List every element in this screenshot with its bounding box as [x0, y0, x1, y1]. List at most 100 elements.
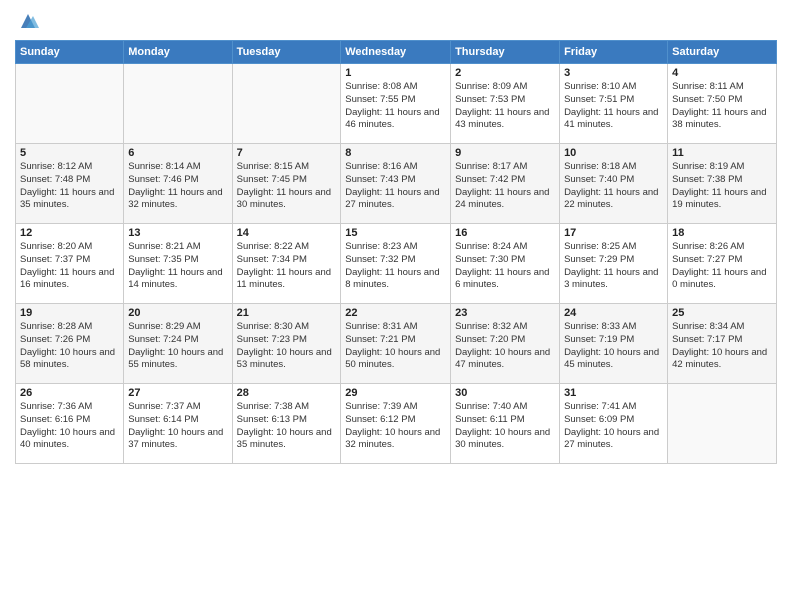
- calendar-cell: 16 Sunrise: 8:24 AM Sunset: 7:30 PM Dayli…: [451, 224, 560, 304]
- calendar-table: SundayMondayTuesdayWednesdayThursdayFrid…: [15, 40, 777, 464]
- calendar-cell: 3 Sunrise: 8:10 AM Sunset: 7:51 PM Daylig…: [560, 64, 668, 144]
- calendar-week-row: 1 Sunrise: 8:08 AM Sunset: 7:55 PM Daylig…: [16, 64, 777, 144]
- calendar-cell: 7 Sunrise: 8:15 AM Sunset: 7:45 PM Daylig…: [232, 144, 341, 224]
- calendar-cell: 9Sunrise: 8:17 AM Sunset: 7:42 PM Daylig…: [451, 144, 560, 224]
- weekday-header-monday: Monday: [124, 41, 232, 64]
- weekday-header-tuesday: Tuesday: [232, 41, 341, 64]
- day-number: 28: [237, 387, 337, 399]
- calendar-cell: 2 Sunrise: 8:09 AM Sunset: 7:53 PM Daylig…: [451, 64, 560, 144]
- day-info: Sunrise: 8:25 AM Sunset: 7:29 PM Dayligh…: [564, 241, 663, 292]
- day-number: 4: [672, 67, 772, 79]
- day-info: Sunrise: 8:26 AM Sunset: 7:27 PM Dayligh…: [672, 241, 772, 292]
- day-number: 30: [455, 387, 555, 399]
- page-container: SundayMondayTuesdayWednesdayThursdayFrid…: [0, 0, 792, 474]
- calendar-cell: 29Sunrise: 7:39 AM Sunset: 6:12 PM Dayli…: [341, 384, 451, 464]
- day-number: 14: [237, 227, 337, 239]
- day-info: Sunrise: 7:40 AM Sunset: 6:11 PM Dayligh…: [455, 401, 555, 452]
- day-info: Sunrise: 8:11 AM Sunset: 7:50 PM Dayligh…: [672, 81, 772, 132]
- day-info: Sunrise: 8:14 AM Sunset: 7:46 PM Dayligh…: [128, 161, 227, 212]
- calendar-cell: 23 Sunrise: 8:32 AM Sunset: 7:20 PM Dayli…: [451, 304, 560, 384]
- calendar-cell: 31 Sunrise: 7:41 AM Sunset: 6:09 PM Dayli…: [560, 384, 668, 464]
- day-info: Sunrise: 8:08 AM Sunset: 7:55 PM Dayligh…: [345, 81, 446, 132]
- day-number: 21: [237, 307, 337, 319]
- day-number: 31: [564, 387, 663, 399]
- day-number: 7: [237, 147, 337, 159]
- calendar-cell: 11 Sunrise: 8:19 AM Sunset: 7:38 PM Dayli…: [668, 144, 777, 224]
- day-info: Sunrise: 8:15 AM Sunset: 7:45 PM Dayligh…: [237, 161, 337, 212]
- day-info: Sunrise: 8:18 AM Sunset: 7:40 PM Dayligh…: [564, 161, 663, 212]
- calendar-header-row: SundayMondayTuesdayWednesdayThursdayFrid…: [16, 41, 777, 64]
- header: [15, 10, 777, 32]
- day-info: Sunrise: 8:17 AM Sunset: 7:42 PM Dayligh…: [455, 161, 555, 212]
- day-number: 16: [455, 227, 555, 239]
- day-info: Sunrise: 8:28 AM Sunset: 7:26 PM Dayligh…: [20, 321, 119, 372]
- day-info: Sunrise: 8:20 AM Sunset: 7:37 PM Dayligh…: [20, 241, 119, 292]
- calendar-week-row: 12Sunrise: 8:20 AM Sunset: 7:37 PM Dayli…: [16, 224, 777, 304]
- weekday-header-wednesday: Wednesday: [341, 41, 451, 64]
- day-info: Sunrise: 7:36 AM Sunset: 6:16 PM Dayligh…: [20, 401, 119, 452]
- day-info: Sunrise: 8:29 AM Sunset: 7:24 PM Dayligh…: [128, 321, 227, 372]
- calendar-week-row: 26 Sunrise: 7:36 AM Sunset: 6:16 PM Dayli…: [16, 384, 777, 464]
- day-info: Sunrise: 8:31 AM Sunset: 7:21 PM Dayligh…: [345, 321, 446, 372]
- calendar-week-row: 5 Sunrise: 8:12 AM Sunset: 7:48 PM Daylig…: [16, 144, 777, 224]
- calendar-cell: 14 Sunrise: 8:22 AM Sunset: 7:34 PM Dayli…: [232, 224, 341, 304]
- day-info: Sunrise: 8:22 AM Sunset: 7:34 PM Dayligh…: [237, 241, 337, 292]
- day-info: Sunrise: 8:30 AM Sunset: 7:23 PM Dayligh…: [237, 321, 337, 372]
- day-number: 1: [345, 67, 446, 79]
- day-info: Sunrise: 8:23 AM Sunset: 7:32 PM Dayligh…: [345, 241, 446, 292]
- calendar-cell: 19 Sunrise: 8:28 AM Sunset: 7:26 PM Dayli…: [16, 304, 124, 384]
- day-number: 6: [128, 147, 227, 159]
- calendar-cell: 26 Sunrise: 7:36 AM Sunset: 6:16 PM Dayli…: [16, 384, 124, 464]
- calendar-cell: 27Sunrise: 7:37 AM Sunset: 6:14 PM Dayli…: [124, 384, 232, 464]
- calendar-cell: 20Sunrise: 8:29 AM Sunset: 7:24 PM Dayli…: [124, 304, 232, 384]
- day-info: Sunrise: 8:16 AM Sunset: 7:43 PM Dayligh…: [345, 161, 446, 212]
- calendar-cell: [668, 384, 777, 464]
- day-info: Sunrise: 8:10 AM Sunset: 7:51 PM Dayligh…: [564, 81, 663, 132]
- day-info: Sunrise: 8:09 AM Sunset: 7:53 PM Dayligh…: [455, 81, 555, 132]
- weekday-header-sunday: Sunday: [16, 41, 124, 64]
- day-info: Sunrise: 7:41 AM Sunset: 6:09 PM Dayligh…: [564, 401, 663, 452]
- calendar-cell: 10Sunrise: 8:18 AM Sunset: 7:40 PM Dayli…: [560, 144, 668, 224]
- day-number: 26: [20, 387, 119, 399]
- calendar-cell: 1 Sunrise: 8:08 AM Sunset: 7:55 PM Daylig…: [341, 64, 451, 144]
- day-number: 15: [345, 227, 446, 239]
- day-number: 18: [672, 227, 772, 239]
- calendar-week-row: 19 Sunrise: 8:28 AM Sunset: 7:26 PM Dayli…: [16, 304, 777, 384]
- calendar-cell: 25 Sunrise: 8:34 AM Sunset: 7:17 PM Dayli…: [668, 304, 777, 384]
- calendar-cell: 24Sunrise: 8:33 AM Sunset: 7:19 PM Dayli…: [560, 304, 668, 384]
- day-number: 3: [564, 67, 663, 79]
- day-number: 8: [345, 147, 446, 159]
- day-number: 23: [455, 307, 555, 319]
- day-number: 5: [20, 147, 119, 159]
- logo-icon: [17, 10, 39, 32]
- day-number: 2: [455, 67, 555, 79]
- calendar-cell: 17 Sunrise: 8:25 AM Sunset: 7:29 PM Dayli…: [560, 224, 668, 304]
- calendar-cell: 22 Sunrise: 8:31 AM Sunset: 7:21 PM Dayli…: [341, 304, 451, 384]
- day-info: Sunrise: 8:19 AM Sunset: 7:38 PM Dayligh…: [672, 161, 772, 212]
- day-info: Sunrise: 8:32 AM Sunset: 7:20 PM Dayligh…: [455, 321, 555, 372]
- calendar-cell: 30 Sunrise: 7:40 AM Sunset: 6:11 PM Dayli…: [451, 384, 560, 464]
- calendar-cell: 5 Sunrise: 8:12 AM Sunset: 7:48 PM Daylig…: [16, 144, 124, 224]
- day-number: 19: [20, 307, 119, 319]
- weekday-header-friday: Friday: [560, 41, 668, 64]
- day-info: Sunrise: 7:38 AM Sunset: 6:13 PM Dayligh…: [237, 401, 337, 452]
- day-number: 13: [128, 227, 227, 239]
- calendar-cell: 18 Sunrise: 8:26 AM Sunset: 7:27 PM Dayli…: [668, 224, 777, 304]
- calendar-cell: [232, 64, 341, 144]
- calendar-cell: 12Sunrise: 8:20 AM Sunset: 7:37 PM Dayli…: [16, 224, 124, 304]
- day-info: Sunrise: 7:39 AM Sunset: 6:12 PM Dayligh…: [345, 401, 446, 452]
- weekday-header-saturday: Saturday: [668, 41, 777, 64]
- calendar-cell: 4 Sunrise: 8:11 AM Sunset: 7:50 PM Daylig…: [668, 64, 777, 144]
- weekday-header-thursday: Thursday: [451, 41, 560, 64]
- calendar-cell: 13Sunrise: 8:21 AM Sunset: 7:35 PM Dayli…: [124, 224, 232, 304]
- day-number: 25: [672, 307, 772, 319]
- day-info: Sunrise: 8:34 AM Sunset: 7:17 PM Dayligh…: [672, 321, 772, 372]
- day-info: Sunrise: 8:12 AM Sunset: 7:48 PM Dayligh…: [20, 161, 119, 212]
- day-number: 17: [564, 227, 663, 239]
- day-number: 24: [564, 307, 663, 319]
- day-info: Sunrise: 8:24 AM Sunset: 7:30 PM Dayligh…: [455, 241, 555, 292]
- day-number: 22: [345, 307, 446, 319]
- calendar-cell: 8 Sunrise: 8:16 AM Sunset: 7:43 PM Daylig…: [341, 144, 451, 224]
- calendar-cell: 21 Sunrise: 8:30 AM Sunset: 7:23 PM Dayli…: [232, 304, 341, 384]
- day-number: 11: [672, 147, 772, 159]
